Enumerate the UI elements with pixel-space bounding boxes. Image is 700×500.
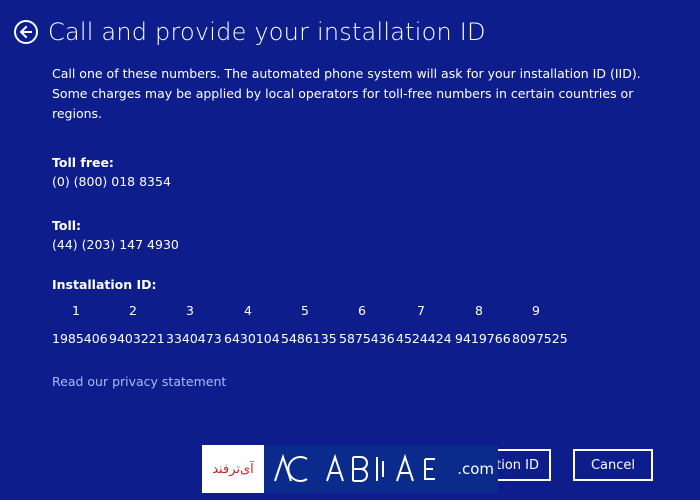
iid-block-value: 4524424 xyxy=(396,331,452,346)
iid-column-number: 5 xyxy=(301,303,309,318)
iid-block-value: 3340473 xyxy=(166,331,222,346)
cancel-button[interactable]: Cancel xyxy=(573,449,653,481)
iid-block-value: 9403221 xyxy=(109,331,165,346)
iid-block-value: 5875436 xyxy=(339,331,395,346)
iid-column-number: 6 xyxy=(358,303,366,318)
page-title: Call and provide your installation ID xyxy=(48,18,486,46)
privacy-statement-link[interactable]: Read our privacy statement xyxy=(52,374,226,389)
iid-block-value: 9419766 xyxy=(455,331,511,346)
iid-column-number: 7 xyxy=(417,303,425,318)
page-header: Call and provide your installation ID xyxy=(14,16,486,48)
watermark-logo-graphic: .com xyxy=(264,445,498,493)
iid-block-value: 8097525 xyxy=(512,331,568,346)
toll-free-label: Toll free: xyxy=(52,155,114,170)
toll-number: (44) (203) 147 4930 xyxy=(52,237,179,252)
watermark-logo: آی‌ترفند .com xyxy=(202,445,498,493)
toll-free-number: (0) (800) 018 8354 xyxy=(52,174,171,189)
iid-block-value: 5486135 xyxy=(281,331,337,346)
cancel-button-label: Cancel xyxy=(590,457,636,473)
iid-column-number: 4 xyxy=(244,303,252,318)
iid-block-value: 6430104 xyxy=(224,331,280,346)
iid-block-value: 1985406 xyxy=(52,331,108,346)
iid-column-number: 8 xyxy=(475,303,483,318)
watermark-dotcom: .com xyxy=(457,460,494,478)
watermark-logo-text: آی‌ترفند xyxy=(202,445,264,493)
installation-id-label: Installation ID: xyxy=(52,277,157,292)
enter-confirmation-id-button-label: tion ID xyxy=(496,457,539,473)
back-arrow-icon[interactable] xyxy=(14,20,38,44)
iid-column-number: 1 xyxy=(72,303,80,318)
watermark-letters-icon xyxy=(274,453,436,482)
intro-text: Call one of these numbers. The automated… xyxy=(52,66,641,121)
toll-label: Toll: xyxy=(52,218,82,233)
iid-column-number: 2 xyxy=(129,303,137,318)
iid-column-number: 9 xyxy=(532,303,540,318)
iid-column-number: 3 xyxy=(186,303,194,318)
